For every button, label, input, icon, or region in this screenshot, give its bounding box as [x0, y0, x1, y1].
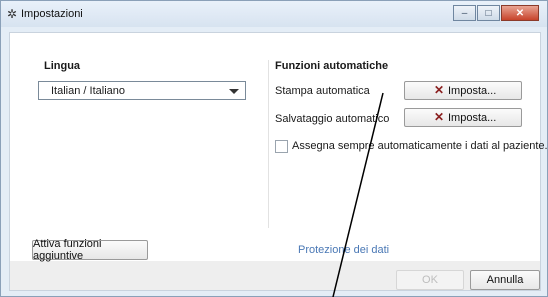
annotation-stroke	[332, 92, 384, 297]
annotation-line	[332, 92, 384, 297]
